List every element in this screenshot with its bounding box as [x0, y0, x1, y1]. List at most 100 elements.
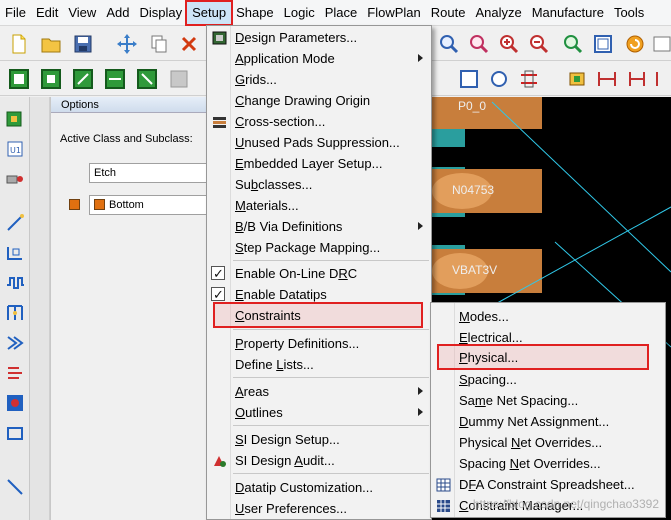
zoom-window-icon[interactable]	[468, 33, 490, 55]
constraint-manager-icon	[436, 498, 451, 512]
menu-place[interactable]: Place	[320, 2, 363, 24]
menu-item-modes[interactable]: Modes...	[431, 306, 665, 327]
menu-item-unused-pads-suppression[interactable]: Unused Pads Suppression...	[207, 132, 431, 153]
delay-tune-icon[interactable]	[5, 273, 25, 293]
net-label-n04753: N04753	[452, 183, 495, 197]
menu-item-property-definitions[interactable]: Property Definitions...	[207, 333, 431, 354]
new-file-icon[interactable]	[8, 33, 30, 55]
cross-section-icon	[212, 114, 227, 128]
ruler-icon[interactable]	[654, 68, 671, 90]
place-component-icon[interactable]	[5, 109, 25, 129]
zoom-fit-icon[interactable]	[438, 33, 460, 55]
menu-view[interactable]: View	[63, 2, 101, 24]
menu-item-si-design-audit[interactable]: SI Design Audit...	[207, 450, 431, 471]
spreadsheet-icon	[436, 477, 451, 492]
options-title: Options	[51, 97, 208, 113]
menu-item-embedded-layer-setup[interactable]: Embedded Layer Setup...	[207, 153, 431, 174]
spread-icon[interactable]	[5, 363, 25, 383]
menu-separator	[233, 329, 429, 330]
menu-item-dummy-net-assignment[interactable]: Dummy Net Assignment...	[431, 411, 665, 432]
menu-separator	[233, 473, 429, 474]
layer-clines-icon[interactable]	[104, 68, 126, 90]
menu-logic[interactable]: Logic	[279, 2, 320, 24]
layer-via-icon[interactable]	[72, 68, 94, 90]
zoom-in-icon[interactable]	[498, 33, 520, 55]
help-icon[interactable]	[652, 33, 671, 55]
subclass-select[interactable]: Bottom	[89, 195, 209, 215]
menu-item-grids[interactable]: Grids...	[207, 69, 431, 90]
menu-bar: File Edit View Add Display Setup Shape L…	[0, 0, 671, 26]
menu-item-design-parameters[interactable]: Design Parameters...	[207, 27, 431, 48]
menu-edit[interactable]: Edit	[31, 2, 63, 24]
redraw-icon[interactable]	[624, 33, 646, 55]
menu-item-constraints[interactable]: Constraints	[207, 305, 431, 326]
menu-item-change-drawing-origin[interactable]: Change Drawing Origin	[207, 90, 431, 111]
layer-shapes-icon[interactable]	[136, 68, 158, 90]
menu-item-spacing-net-overrides[interactable]: Spacing Net Overrides...	[431, 453, 665, 474]
shape-edit-icon[interactable]	[5, 423, 25, 443]
connector-icon[interactable]	[5, 169, 25, 189]
grid-icon[interactable]	[518, 68, 540, 90]
delete-icon[interactable]	[178, 33, 200, 55]
menu-item-outlines[interactable]: Outlines	[207, 402, 431, 423]
menu-tools[interactable]: Tools	[609, 2, 649, 24]
menu-item-same-net-spacing[interactable]: Same Net Spacing...	[431, 390, 665, 411]
menu-item-step-package-mapping[interactable]: Step Package Mapping...	[207, 237, 431, 258]
chip-u1-icon[interactable]: U1	[5, 139, 25, 159]
bus-route-icon[interactable]	[5, 333, 25, 353]
menu-setup[interactable]: Setup	[185, 0, 234, 26]
menu-item-subclasses[interactable]: Subclasses...	[207, 174, 431, 195]
open-folder-icon[interactable]	[40, 33, 62, 55]
class-select[interactable]: Etch	[89, 163, 209, 183]
menu-separator	[233, 260, 429, 261]
menu-manufacture[interactable]: Manufacture	[527, 2, 609, 24]
menu-item-enable-online-drc[interactable]: Enable On-Line DRC	[207, 263, 431, 285]
menu-file[interactable]: File	[0, 2, 31, 24]
measure-icon[interactable]	[626, 68, 648, 90]
circle-select-icon[interactable]	[488, 68, 510, 90]
menu-separator	[233, 425, 429, 426]
subclass-color-swatch[interactable]	[69, 199, 80, 210]
menu-item-physical[interactable]: Physical...	[431, 347, 665, 368]
layer-pin-icon[interactable]	[40, 68, 62, 90]
menu-analyze[interactable]: Analyze	[470, 2, 526, 24]
zoom-previous-icon[interactable]	[562, 33, 584, 55]
line-icon[interactable]	[5, 477, 25, 497]
fanout-icon[interactable]	[5, 303, 25, 323]
menu-item-application-mode[interactable]: Application Mode	[207, 48, 431, 69]
dimension-icon[interactable]	[596, 68, 618, 90]
menu-flowplan[interactable]: FlowPlan	[362, 2, 425, 24]
shape-fill-icon[interactable]	[5, 393, 25, 413]
menu-item-datatip-customization[interactable]: Datatip Customization...	[207, 477, 431, 498]
shape-select-icon[interactable]	[458, 68, 480, 90]
menu-item-materials[interactable]: Materials...	[207, 195, 431, 216]
net-label-p0-0: P0_0	[458, 99, 487, 113]
menu-item-dfa-constraint-spreadsheet[interactable]: DFA Constraint Spreadsheet...	[431, 474, 665, 495]
copy-icon[interactable]	[148, 33, 170, 55]
zoom-world-icon[interactable]	[592, 33, 614, 55]
component-icon[interactable]	[566, 68, 588, 90]
constraints-submenu: Modes... Electrical... Physical... Spaci…	[430, 302, 666, 518]
checkmark-icon	[211, 264, 225, 285]
menu-item-cross-section[interactable]: Cross-section...	[207, 111, 431, 132]
menu-item-bb-via-definitions[interactable]: B/B Via Definitions	[207, 216, 431, 237]
add-connect-icon[interactable]	[5, 213, 25, 233]
menu-item-spacing[interactable]: Spacing...	[431, 369, 665, 390]
menu-item-user-preferences[interactable]: User Preferences...	[207, 498, 431, 519]
slide-icon[interactable]	[5, 243, 25, 263]
menu-item-physical-net-overrides[interactable]: Physical Net Overrides...	[431, 432, 665, 453]
move-icon[interactable]	[116, 33, 138, 55]
zoom-out-icon[interactable]	[528, 33, 550, 55]
menu-item-si-design-setup[interactable]: SI Design Setup...	[207, 429, 431, 450]
subclass-value: Bottom	[109, 199, 144, 211]
layer-visibility-icon[interactable]	[8, 68, 30, 90]
menu-item-define-lists[interactable]: Define Lists...	[207, 354, 431, 375]
menu-add[interactable]: Add	[101, 2, 134, 24]
menu-item-areas[interactable]: Areas	[207, 381, 431, 402]
menu-display[interactable]: Display	[134, 2, 187, 24]
menu-shape[interactable]: Shape	[231, 2, 279, 24]
left-toolbar: U1	[0, 97, 30, 520]
watermark-text: https://blog.csdn.net/qingchao3392	[472, 497, 659, 511]
menu-route[interactable]: Route	[426, 2, 471, 24]
save-icon[interactable]	[72, 33, 94, 55]
